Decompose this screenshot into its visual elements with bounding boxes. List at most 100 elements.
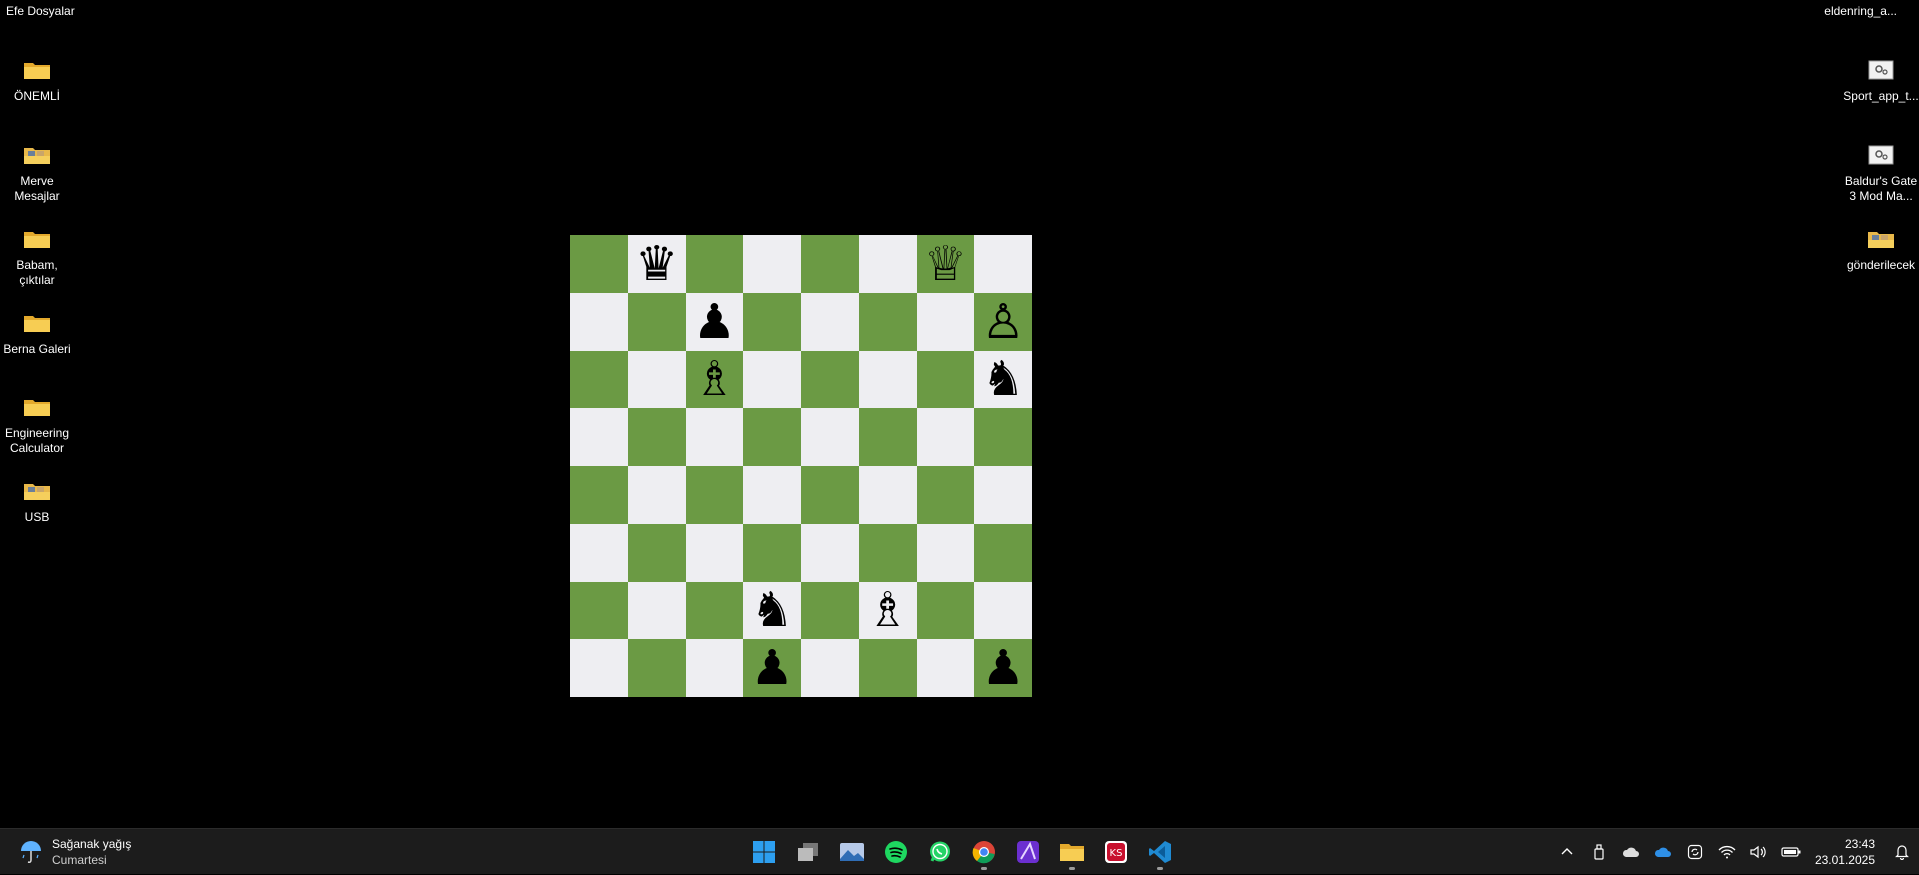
square-a1[interactable]: [570, 639, 628, 697]
chevron-up-icon[interactable]: [1551, 829, 1583, 875]
square-c3[interactable]: [685, 523, 744, 582]
square-b3[interactable]: [627, 523, 686, 582]
square-g8[interactable]: ♕: [916, 235, 975, 293]
black-knight-icon[interactable]: ♞: [751, 586, 794, 634]
square-b8[interactable]: ♛: [627, 235, 686, 293]
wifi-icon[interactable]: [1711, 829, 1743, 875]
desktop-icon[interactable]: Babam, çıktılar: [0, 224, 75, 288]
square-e5[interactable]: [801, 408, 859, 466]
square-h1[interactable]: ♟: [974, 639, 1032, 697]
start-button[interactable]: [742, 834, 786, 870]
chess-board[interactable]: ♛ ♕ ♟ ♙ ♗ ♞ ♞ ♗ ♟ ♟: [570, 235, 1032, 697]
square-d7[interactable]: [743, 292, 801, 351]
square-f6[interactable]: [858, 350, 917, 409]
black-pawn-icon[interactable]: ♟: [751, 644, 794, 692]
desktop-icon[interactable]: gönderilecek: [1843, 224, 1919, 273]
battery-icon[interactable]: [1775, 829, 1807, 875]
square-g1[interactable]: [916, 639, 975, 697]
square-a8[interactable]: [570, 235, 628, 293]
square-f4[interactable]: [858, 466, 917, 524]
desktop-icon[interactable]: Baldur's Gate 3 Mod Ma...: [1843, 140, 1919, 204]
square-e7[interactable]: [801, 292, 859, 351]
desktop-icon[interactable]: USB: [0, 476, 75, 525]
square-b4[interactable]: [627, 466, 686, 524]
square-c1[interactable]: [685, 639, 744, 697]
square-d3[interactable]: [743, 523, 801, 582]
black-queen-icon[interactable]: ♛: [635, 240, 678, 288]
square-h4[interactable]: [974, 466, 1032, 524]
square-e6[interactable]: [801, 350, 859, 409]
square-d1[interactable]: ♟: [743, 639, 801, 697]
square-b7[interactable]: [627, 292, 686, 351]
square-g6[interactable]: [916, 350, 975, 409]
usb-drive-icon[interactable]: [1583, 829, 1615, 875]
square-h3[interactable]: [974, 523, 1032, 582]
white-pawn-icon[interactable]: ♙: [982, 298, 1025, 346]
notification-bell-icon[interactable]: [1885, 829, 1919, 875]
square-g4[interactable]: [916, 466, 975, 524]
vscode-app[interactable]: [1138, 834, 1182, 870]
square-e8[interactable]: [801, 235, 859, 293]
clock[interactable]: 23:43 23.01.2025: [1807, 836, 1885, 868]
square-e1[interactable]: [801, 639, 859, 697]
square-f5[interactable]: [858, 408, 917, 466]
square-b6[interactable]: [627, 350, 686, 409]
square-d4[interactable]: [743, 466, 801, 524]
desktop-icon[interactable]: Sport_app_t...: [1843, 55, 1919, 104]
square-c2[interactable]: [685, 581, 744, 640]
square-b5[interactable]: [627, 408, 686, 466]
square-a5[interactable]: [570, 408, 628, 466]
file-explorer-app[interactable]: [1050, 834, 1094, 870]
onedrive-icon[interactable]: [1647, 829, 1679, 875]
sync-icon[interactable]: [1679, 829, 1711, 875]
white-bishop-icon[interactable]: ♗: [866, 586, 909, 634]
square-d8[interactable]: [743, 235, 801, 293]
white-queen-icon[interactable]: ♕: [924, 240, 967, 288]
square-f3[interactable]: [858, 523, 917, 582]
square-g2[interactable]: [916, 581, 975, 640]
square-a4[interactable]: [570, 466, 628, 524]
square-h2[interactable]: [974, 581, 1032, 640]
desktop-icon[interactable]: ÖNEMLİ: [0, 55, 75, 104]
square-h7[interactable]: ♙: [974, 292, 1032, 351]
square-d6[interactable]: [743, 350, 801, 409]
square-a3[interactable]: [570, 523, 628, 582]
white-bishop-icon[interactable]: ♗: [693, 355, 736, 403]
square-h5[interactable]: [974, 408, 1032, 466]
square-b1[interactable]: [627, 639, 686, 697]
square-c8[interactable]: [685, 235, 744, 293]
square-d2[interactable]: ♞: [743, 581, 801, 640]
task-view-button[interactable]: [786, 834, 830, 870]
square-e3[interactable]: [801, 523, 859, 582]
desktop-icon[interactable]: Engineering Calculator: [0, 392, 75, 456]
square-e4[interactable]: [801, 466, 859, 524]
square-c4[interactable]: [685, 466, 744, 524]
square-g7[interactable]: [916, 292, 975, 351]
desktop-label-top-left[interactable]: Efe Dosyalar: [6, 4, 75, 18]
square-c6[interactable]: ♗: [685, 350, 744, 409]
square-g3[interactable]: [916, 523, 975, 582]
square-h8[interactable]: [974, 235, 1032, 293]
whatsapp-app[interactable]: [918, 834, 962, 870]
square-f1[interactable]: [858, 639, 917, 697]
square-f2[interactable]: ♗: [858, 581, 917, 640]
recorder-app[interactable]: KS: [1094, 834, 1138, 870]
desktop-label-top-right[interactable]: eldenring_a...: [1824, 4, 1897, 18]
speaker-icon[interactable]: [1743, 829, 1775, 875]
photos-app[interactable]: [830, 834, 874, 870]
cloud-icon[interactable]: [1615, 829, 1647, 875]
square-d5[interactable]: [743, 408, 801, 466]
black-pawn-icon[interactable]: ♟: [982, 644, 1025, 692]
square-a7[interactable]: [570, 292, 628, 351]
square-g5[interactable]: [916, 408, 975, 466]
square-a2[interactable]: [570, 581, 628, 640]
desktop-icon[interactable]: Berna Galeri: [0, 308, 75, 357]
affinity-app[interactable]: [1006, 834, 1050, 870]
square-f7[interactable]: [858, 292, 917, 351]
square-c7[interactable]: ♟: [685, 292, 744, 351]
square-c5[interactable]: [685, 408, 744, 466]
square-e2[interactable]: [801, 581, 859, 640]
black-knight-icon[interactable]: ♞: [982, 355, 1025, 403]
square-a6[interactable]: [570, 350, 628, 409]
square-b2[interactable]: [627, 581, 686, 640]
